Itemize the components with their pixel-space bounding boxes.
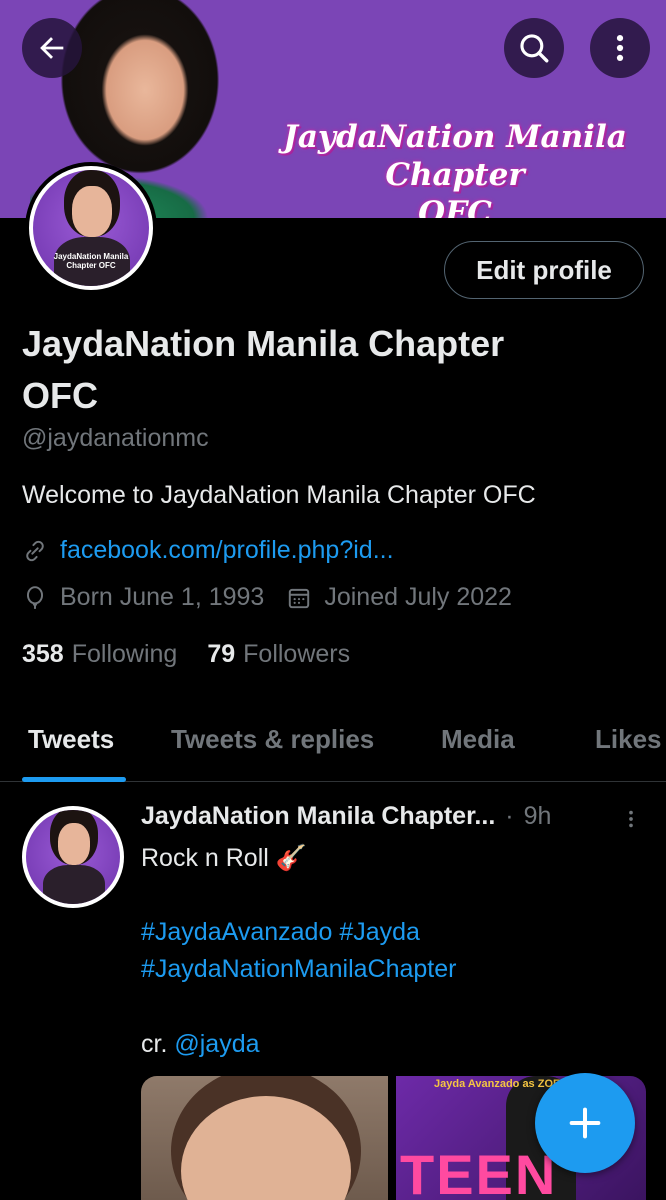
compose-tweet-button[interactable] [535, 1073, 635, 1173]
banner-title-line1: JaydaNation Manila Chapter [283, 119, 627, 193]
tweet-hashtags-row1: #JaydaAvanzado #Jayda [141, 918, 420, 947]
tab-likes[interactable]: Likes [595, 724, 662, 755]
tab-media[interactable]: Media [441, 724, 515, 755]
profile-name: JaydaNation Manila Chapter OFC [22, 318, 622, 422]
arrow-left-icon [40, 37, 64, 59]
more-vertical-icon [629, 810, 633, 828]
following-label: Following [71, 640, 178, 668]
tweet-credit: cr. @jayda [141, 1030, 260, 1059]
hashtag-link[interactable]: #JaydaNationManilaChapter [141, 955, 456, 983]
avatar-caption: JaydaNation Manila Chapter OFC [53, 251, 129, 270]
more-options-button[interactable] [590, 18, 650, 78]
poster-caption: Jayda Avanzado as ZOE [434, 1078, 561, 1090]
search-icon [520, 34, 549, 63]
tab-tweets[interactable]: Tweets [28, 724, 114, 755]
tweet-separator: · [505, 802, 514, 830]
tweet-hashtags-row2: #JaydaNationManilaChapter [141, 955, 456, 984]
poster-title-text: TEEN [400, 1143, 558, 1200]
search-button[interactable] [504, 18, 564, 78]
profile-avatar[interactable]: JaydaNation Manila Chapter OFC [25, 162, 157, 294]
profile-name-line2: OFC [22, 375, 98, 416]
profile-stats: 358 Following 79 Followers [22, 640, 350, 669]
banner-title-line2: OFC [418, 195, 492, 218]
link-icon [22, 538, 48, 564]
banner-title: JaydaNation Manila Chapter OFC [250, 118, 660, 218]
profile-link-row[interactable]: facebook.com/profile.php?id... [22, 536, 394, 565]
hashtag-link[interactable]: #JaydaAvanzado [141, 918, 332, 946]
tweet-header: JaydaNation Manila Chapter... · 9h [141, 802, 551, 831]
profile-bio: Welcome to JaydaNation Manila Chapter OF… [22, 481, 536, 509]
hashtag-link[interactable]: #Jayda [339, 918, 420, 946]
profile-handle: @jaydanationmc [22, 424, 209, 452]
credit-prefix: cr. [141, 1030, 168, 1058]
profile-joined: Joined July 2022 [324, 583, 512, 611]
following-link[interactable]: 358 Following [22, 640, 177, 669]
balloon-icon [22, 585, 48, 611]
profile-link[interactable]: facebook.com/profile.php?id... [60, 536, 394, 565]
tweet-more-button[interactable] [620, 806, 642, 837]
edit-profile-button[interactable]: Edit profile [444, 241, 644, 299]
profile-birthday: Born June 1, 1993 [60, 583, 265, 611]
more-vertical-icon [616, 34, 624, 62]
profile-meta-row: Born June 1, 1993 Joined July 2022 [22, 583, 512, 612]
following-count: 358 [22, 640, 64, 668]
plus-icon [569, 1107, 601, 1139]
profile-name-line1: JaydaNation Manila Chapter [22, 323, 505, 364]
followers-count: 79 [207, 640, 236, 668]
tweet-author-avatar[interactable] [22, 806, 124, 908]
tweet-author-name[interactable]: JaydaNation Manila Chapter... [141, 802, 495, 831]
active-tab-indicator [22, 777, 126, 782]
calendar-icon [286, 585, 312, 611]
mention-link[interactable]: @jayda [174, 1030, 259, 1058]
back-button[interactable] [22, 18, 82, 78]
tab-tweets-replies[interactable]: Tweets & replies [171, 724, 374, 755]
profile-tabs: Tweets Tweets & replies Media Likes [0, 700, 666, 782]
tweet-media-photo-1[interactable] [141, 1076, 388, 1200]
tweet-time[interactable]: 9h [524, 802, 552, 831]
tweet-text: Rock n Roll 🎸 [141, 844, 307, 872]
followers-link[interactable]: 79 Followers [207, 640, 350, 669]
followers-label: Followers [243, 640, 351, 668]
